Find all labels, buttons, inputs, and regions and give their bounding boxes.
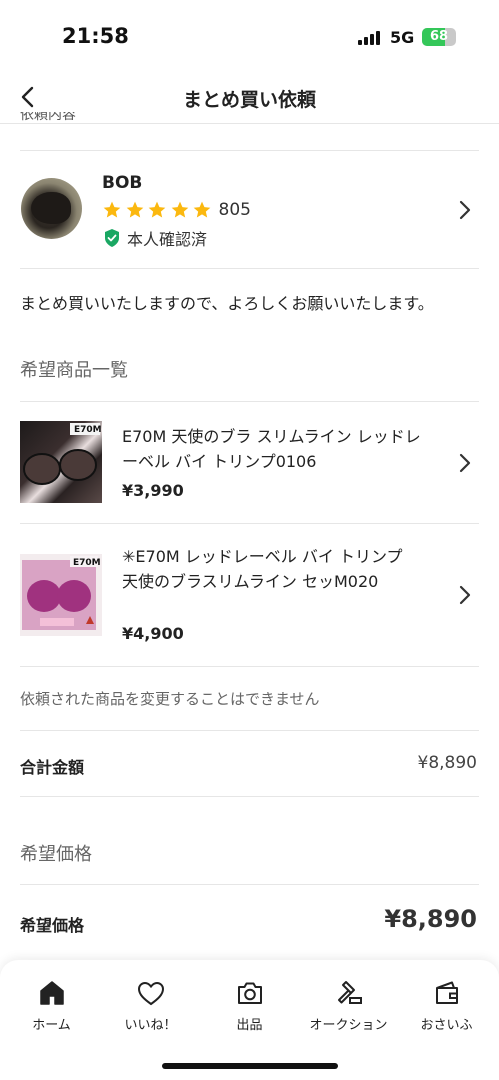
products-section-title: 希望商品一覧 (20, 360, 128, 381)
desired-price-section-title: 希望価格 (20, 844, 92, 865)
product-thumbnail: E70M (20, 421, 102, 503)
desired-price-value: ¥8,890 (384, 905, 477, 933)
gavel-icon (337, 981, 362, 1004)
thumbnail-size-label: E70M (73, 558, 101, 568)
camera-icon (237, 982, 262, 1004)
divider (20, 150, 479, 151)
battery-icon: 68 (422, 28, 456, 46)
tab-likes[interactable]: いいね！ (101, 978, 200, 1033)
product-price: ¥3,990 (122, 481, 184, 500)
rating-count: 805 (218, 200, 251, 220)
product-price: ¥4,900 (122, 624, 184, 643)
chevron-right-icon (459, 200, 471, 220)
tab-label: 出品 (236, 1018, 263, 1033)
seller-profile-row[interactable]: BOB 805 本人確認済 (0, 152, 499, 268)
cut-off-section-title: 依頼内容 (20, 112, 76, 123)
product-item[interactable]: E70M E70M 天使のブラ スリムライン レッドレーベル バイ トリンプ01… (0, 402, 499, 523)
star-icon (103, 201, 121, 218)
product-thumbnail: E70M (20, 554, 102, 636)
tab-home[interactable]: ホーム (2, 978, 101, 1033)
home-icon (39, 981, 64, 1005)
status-bar: 21:58 5G 68 (0, 0, 499, 74)
tab-label: おさいふ (420, 1018, 473, 1033)
avatar (21, 178, 82, 239)
verified-label: 本人確認済 (127, 230, 208, 249)
tab-label: オークション (309, 1018, 388, 1033)
cellular-signal-icon (358, 31, 382, 45)
network-type: 5G (390, 28, 415, 47)
status-time: 21:58 (62, 24, 129, 48)
chevron-right-icon (459, 585, 471, 605)
heart-icon (137, 981, 164, 1006)
divider (20, 730, 479, 731)
battery-level: 68 (429, 29, 449, 44)
star-icon (193, 201, 211, 218)
tab-auction[interactable]: オークション (299, 978, 398, 1033)
bottom-tab-bar: ホーム いいね！ 出品 オークション おさいふ (0, 960, 499, 1080)
tab-wallet[interactable]: おさいふ (397, 978, 496, 1033)
divider (20, 268, 479, 269)
home-indicator[interactable] (162, 1063, 338, 1069)
product-name: E70M 天使のブラ スリムライン レッドレーベル バイ トリンプ0106 (122, 427, 421, 471)
request-message: まとめ買いいたしますので、よろしくお願いいたします。 (20, 294, 434, 313)
change-notice: 依頼された商品を変更することはできません (20, 690, 320, 708)
total-amount-value: ¥8,890 (417, 753, 477, 773)
wallet-icon (435, 981, 458, 1004)
tab-label: ホーム (32, 1018, 71, 1033)
desired-price-label: 希望価格 (20, 916, 85, 935)
chevron-right-icon (459, 453, 471, 473)
product-name: ✳︎E70M レッドレーベル バイ トリンプ 天使のブラスリムライン セッM02… (122, 547, 403, 591)
divider (20, 666, 479, 667)
thumbnail-size-label: E70M (74, 425, 102, 435)
product-item[interactable]: E70M ✳︎E70M レッドレーベル バイ トリンプ 天使のブラスリムライン … (0, 524, 499, 666)
verified-shield-icon (105, 229, 119, 247)
divider (20, 796, 479, 797)
total-amount-label: 合計金額 (20, 758, 85, 777)
divider (20, 884, 479, 885)
page-title: まとめ買い依頼 (182, 89, 316, 111)
seller-name: BOB (102, 173, 143, 193)
star-icon (171, 201, 188, 218)
verified-badge: 本人確認済 (103, 226, 207, 250)
star-icon (126, 201, 143, 218)
tab-sell[interactable]: 出品 (200, 978, 299, 1033)
rating-stars: 805 (102, 199, 251, 221)
star-icon (148, 201, 166, 218)
tab-label: いいね！ (124, 1018, 177, 1033)
